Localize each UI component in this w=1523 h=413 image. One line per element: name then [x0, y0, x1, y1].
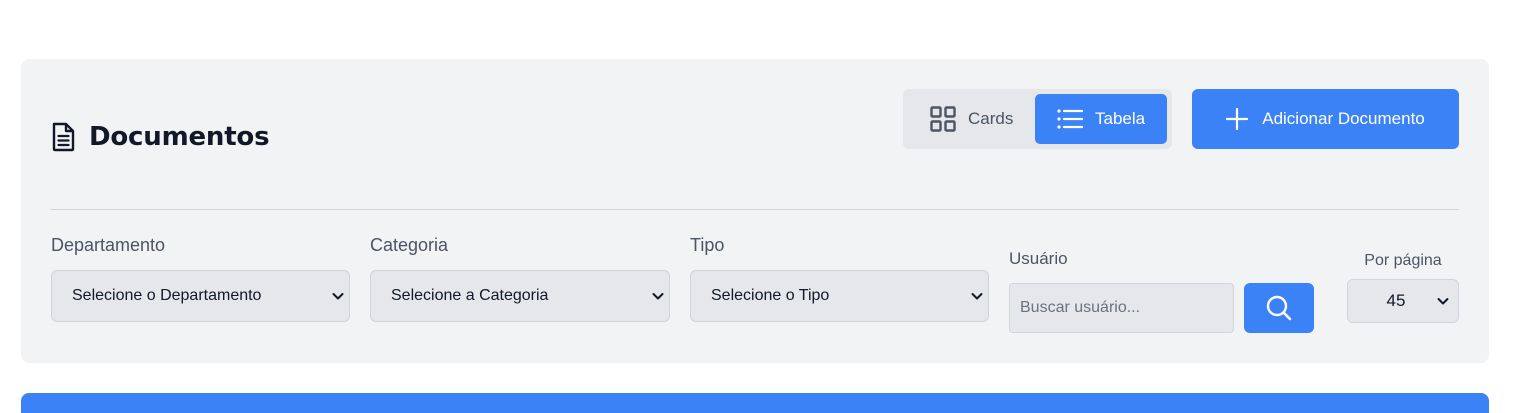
tipo-select[interactable]: Selecione o Tipo — [690, 270, 989, 322]
categoria-selected-value: Selecione a Categoria — [391, 287, 549, 304]
chevron-down-icon — [971, 293, 983, 300]
search-button[interactable] — [1244, 283, 1314, 333]
plus-icon — [1226, 108, 1249, 130]
page-title: Documentos — [89, 122, 270, 152]
documents-filter-panel: Documentos Cards Tabela Adicionar Docume… — [21, 59, 1489, 363]
user-search-input[interactable] — [1009, 283, 1234, 333]
chevron-down-icon — [652, 293, 664, 300]
page-header: Documentos — [51, 121, 270, 153]
chevron-down-icon — [1437, 298, 1449, 305]
add-document-button[interactable]: Adicionar Documento — [1192, 89, 1459, 149]
cards-view-label: Cards — [968, 109, 1014, 128]
search-icon — [1266, 295, 1292, 321]
cards-view-button[interactable]: Cards — [908, 94, 1034, 144]
departamento-select[interactable]: Selecione o Departamento — [51, 270, 350, 322]
usuario-label: Usuário — [1009, 249, 1068, 268]
departamento-label: Departamento — [51, 235, 166, 255]
header-divider — [51, 209, 1459, 210]
add-document-label: Adicionar Documento — [1262, 109, 1425, 128]
list-icon — [1057, 109, 1083, 129]
table-view-button[interactable]: Tabela — [1035, 94, 1167, 144]
tipo-label: Tipo — [690, 235, 725, 255]
per-page-selected-value: 45 — [1386, 291, 1406, 310]
categoria-label: Categoria — [370, 235, 449, 255]
view-toggle: Cards Tabela — [903, 89, 1172, 149]
per-page-select[interactable]: 45 — [1347, 279, 1459, 323]
chevron-down-icon — [332, 293, 344, 300]
grid-icon — [930, 106, 956, 132]
table-view-label: Tabela — [1095, 109, 1146, 128]
categoria-select[interactable]: Selecione a Categoria — [370, 270, 670, 322]
table-header-bar — [21, 393, 1489, 413]
tipo-selected-value: Selecione o Tipo — [711, 287, 830, 304]
departamento-selected-value: Selecione o Departamento — [72, 287, 262, 304]
per-page-label: Por página — [1364, 252, 1442, 269]
document-icon — [52, 122, 75, 152]
